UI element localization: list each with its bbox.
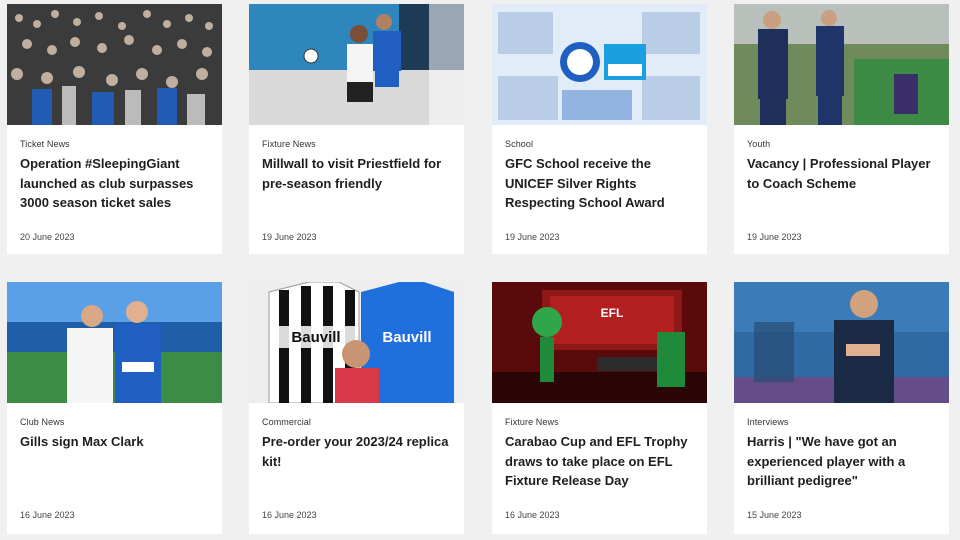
crowd-photo [7,4,222,125]
article-title[interactable]: Vacancy | Professional Player to Coach S… [747,154,936,193]
article-date: 20 June 2023 [20,232,75,242]
article-category: Club News [20,417,65,427]
manager-photo [734,282,949,403]
signing-photo [7,282,222,403]
article-title[interactable]: Gills sign Max Clark [20,432,209,452]
article-date: 16 June 2023 [505,510,560,520]
article-date: 15 June 2023 [747,510,802,520]
article-category: Youth [747,139,771,149]
efl-screen-text: EFL [601,306,624,320]
article-image[interactable] [492,4,707,125]
article-image[interactable] [734,282,949,403]
match-action-photo [249,4,464,125]
article-date: 19 June 2023 [747,232,802,242]
coaches-photo [734,4,949,125]
article-date: 16 June 2023 [20,510,75,520]
replica-kit-photo: Bauvill Bauvill [249,282,464,403]
article-image[interactable] [734,4,949,125]
news-card[interactable]: Interviews Harris | "We have got an expe… [734,282,949,534]
article-category: Commercial [262,417,312,427]
article-date: 19 June 2023 [262,232,317,242]
news-card[interactable]: School GFC School receive the UNICEF Sil… [492,4,707,254]
article-image[interactable] [249,4,464,125]
article-date: 19 June 2023 [505,232,560,242]
article-category: School [505,139,534,149]
article-title[interactable]: GFC School receive the UNICEF Silver Rig… [505,154,694,213]
article-title[interactable]: Pre-order your 2023/24 replica kit! [262,432,451,471]
article-category: Ticket News [20,139,70,149]
news-card[interactable]: Bauvill Bauvill Commercial Pre-order you… [249,282,464,534]
school-collage-photo [492,4,707,125]
article-image[interactable]: Bauvill Bauvill [249,282,464,403]
article-image[interactable]: EFL [492,282,707,403]
kit-sponsor-text: Bauvill [291,329,340,346]
article-image[interactable] [7,282,222,403]
article-title[interactable]: Millwall to visit Priestfield for pre-se… [262,154,451,193]
article-date: 16 June 2023 [262,510,317,520]
news-card[interactable]: Youth Vacancy | Professional Player to C… [734,4,949,254]
article-category: Interviews [747,417,789,427]
news-card[interactable]: Ticket News Operation #SleepingGiant lau… [7,4,222,254]
article-title[interactable]: Carabao Cup and EFL Trophy draws to take… [505,432,694,491]
article-image[interactable] [7,4,222,125]
kit-sponsor-text: Bauvill [382,329,431,346]
news-card[interactable]: EFL Fixture News Carabao Cup and EFL Tro… [492,282,707,534]
news-card[interactable]: Fixture News Millwall to visit Priestfie… [249,4,464,254]
efl-studio-photo: EFL [492,282,707,403]
article-title[interactable]: Operation #SleepingGiant launched as clu… [20,154,209,213]
news-card[interactable]: Club News Gills sign Max Clark 16 June 2… [7,282,222,534]
article-title[interactable]: Harris | "We have got an experienced pla… [747,432,936,491]
article-category: Fixture News [262,139,316,149]
article-category: Fixture News [505,417,559,427]
